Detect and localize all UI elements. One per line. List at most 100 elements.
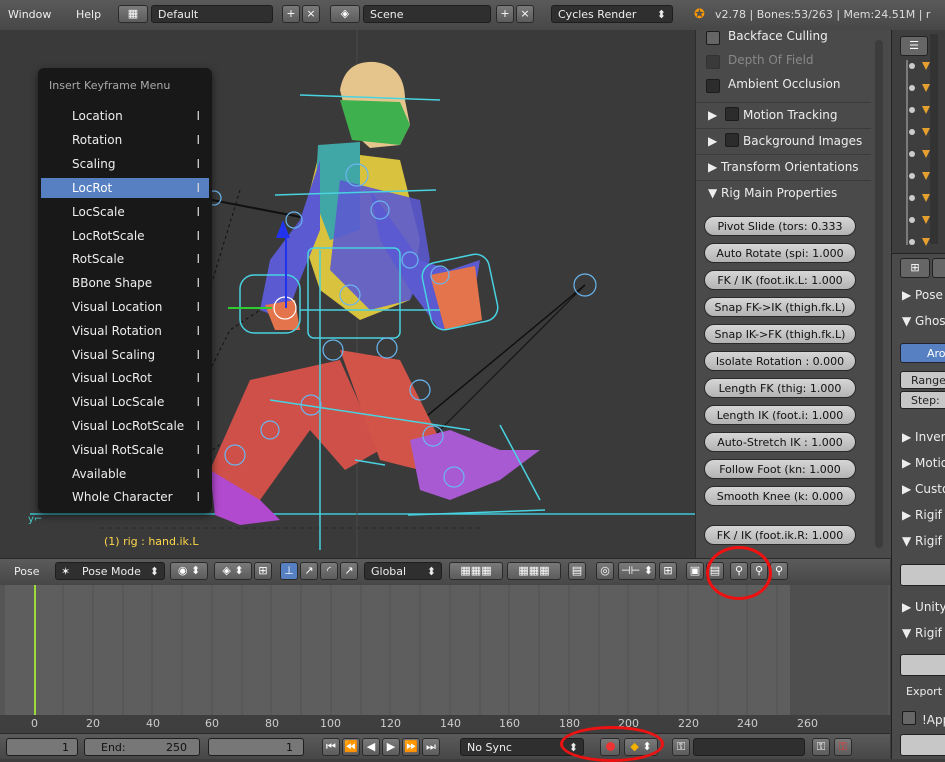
follow-foot-field[interactable]: Follow Foot (kn: 1.000 — [704, 459, 856, 479]
kf-item-scaling[interactable]: Scaling I — [41, 154, 209, 174]
ghost-step-field[interactable]: Step: — [900, 391, 945, 409]
kf-item-visual-rotation[interactable]: Visual Rotation I — [41, 321, 209, 341]
rigify-export-button[interactable] — [900, 654, 945, 676]
pivot-slide-field[interactable]: Pivot Slide (tors: 0.333 — [704, 216, 856, 236]
scrollbar[interactable] — [875, 40, 883, 548]
timeline-ruler[interactable]: 0 20 40 60 80 100 120 140 160 180 200 22… — [0, 715, 890, 733]
insert-keyframe-icon[interactable]: ⚿ — [812, 738, 830, 756]
layers-grid-2[interactable]: ▦▦▦ — [507, 562, 561, 580]
jump-prev-keyframe-icon[interactable]: ⏪ — [342, 738, 360, 756]
snap-icon[interactable]: ⊣⊢ ⬍ — [618, 562, 656, 580]
panel-custom[interactable]: ▶ Custo — [902, 482, 945, 496]
outliner-type-icon[interactable]: ☰ — [900, 36, 928, 56]
kf-item-rotation[interactable]: Rotation I — [41, 130, 209, 150]
transform-orientation-select[interactable]: Global ⬍ — [364, 562, 442, 580]
checkbox-icon[interactable] — [725, 133, 740, 147]
play-icon[interactable]: ▶ — [382, 738, 400, 756]
kf-item-bbone-shape[interactable]: BBone Shape I — [41, 273, 209, 293]
add-scene-button[interactable]: + — [496, 5, 514, 23]
kf-item-visual-locscale[interactable]: Visual LocScale I — [41, 392, 209, 412]
scene-field[interactable]: Scene — [363, 5, 491, 23]
kf-item-available[interactable]: Available I — [41, 464, 209, 484]
3d-viewport[interactable]: Insert Keyframe Menu Location I Rotation I… — [0, 30, 695, 558]
remove-layout-button[interactable]: × — [302, 5, 320, 23]
viewport-shading-icon[interactable]: ◉ ⬍ — [170, 562, 208, 580]
panel-rig-main-properties[interactable]: ▼ Rig Main Properties — [696, 180, 871, 204]
manipulator-icon[interactable]: ⊞ — [254, 562, 272, 580]
apply-button[interactable] — [900, 734, 945, 756]
panel-ghost[interactable]: ▼ Ghos — [902, 314, 945, 328]
checkbox-checked-icon[interactable] — [706, 31, 720, 45]
smooth-knee-field[interactable]: Smooth Knee (k: 0.000 — [704, 486, 856, 506]
kf-item-locscale[interactable]: LocScale I — [41, 202, 209, 222]
checkbox-icon[interactable] — [725, 107, 740, 121]
fk-ik-right-field[interactable]: FK / IK (foot.ik.R: 1.000 — [704, 525, 856, 545]
ghost-range-field[interactable]: Range — [900, 371, 945, 389]
menu-window[interactable]: Window — [8, 8, 51, 21]
kf-item-rotscale[interactable]: RotScale I — [41, 249, 209, 269]
paste-flipped-pose-icon[interactable]: ⚲ — [770, 562, 788, 580]
panel-rigify-3[interactable]: ▼ Rigif — [902, 626, 942, 640]
kf-item-locrotscale[interactable]: LocRotScale I — [41, 226, 209, 246]
kf-item-visual-location[interactable]: Visual Location I — [41, 297, 209, 317]
checkbox-icon[interactable] — [706, 55, 720, 69]
properties-tab-icon[interactable] — [932, 258, 945, 278]
pivot-point-icon[interactable]: ◈ ⬍ — [214, 562, 252, 580]
panel-pose[interactable]: ▶ Pose — [902, 288, 943, 302]
panel-motion[interactable]: ▶ Motio — [902, 456, 945, 470]
render-preview-icon[interactable]: ▣ — [686, 562, 704, 580]
panel-rigify-2[interactable]: ▼ Rigif — [902, 534, 942, 548]
snap-target-icon[interactable]: ⊞ — [659, 562, 677, 580]
kf-item-visual-locrotscale[interactable]: Visual LocRotScale I — [41, 416, 209, 436]
menu-help[interactable]: Help — [76, 8, 101, 21]
lock-layers-icon[interactable]: ▤ — [568, 562, 586, 580]
isolate-rotation-field[interactable]: Isolate Rotation : 0.000 — [704, 351, 856, 371]
snap-fk-ik-button[interactable]: Snap FK->IK (thigh.fk.L) — [704, 297, 856, 317]
delete-keyframe-icon[interactable]: ⚿ — [834, 738, 852, 756]
jump-next-keyframe-icon[interactable]: ⏩ — [402, 738, 420, 756]
kf-item-visual-rotscale[interactable]: Visual RotScale I — [41, 440, 209, 460]
auto-stretch-ik-field[interactable]: Auto-Stretch IK : 1.000 — [704, 432, 856, 452]
panel-rigify-1[interactable]: ▶ Rigif — [902, 508, 942, 522]
render-engine-select[interactable]: Cycles Render ⬍ — [551, 5, 673, 23]
move-icon[interactable]: ↗ — [300, 562, 318, 580]
auto-rotate-field[interactable]: Auto Rotate (spi: 1.000 — [704, 243, 856, 263]
checkbox-icon[interactable] — [706, 79, 720, 93]
play-reverse-icon[interactable]: ◀ — [362, 738, 380, 756]
end-frame-field[interactable]: End: 250 — [84, 738, 200, 756]
length-fk-field[interactable]: Length FK (thig: 1.000 — [704, 378, 856, 398]
kf-item-visual-locrot[interactable]: Visual LocRot I — [41, 368, 209, 388]
translate-icon[interactable]: ⊥ — [280, 562, 298, 580]
panel-transform-orientations[interactable]: ▶ Transform Orientations — [696, 154, 871, 178]
kf-item-whole-character[interactable]: Whole Character I — [41, 487, 209, 507]
jump-end-icon[interactable]: ⏭ — [422, 738, 440, 756]
layers-grid-1[interactable]: ▦▦▦ — [449, 562, 503, 580]
panel-unity[interactable]: ▶ Unity — [902, 600, 945, 614]
scene-icon[interactable]: ◈ — [330, 5, 360, 23]
keying-set-field[interactable] — [693, 738, 805, 756]
proportional-edit-icon[interactable]: ◎ — [596, 562, 614, 580]
screen-layout-icon[interactable]: ▦ — [118, 5, 148, 23]
checkbox-checked-icon[interactable] — [902, 711, 916, 725]
current-frame-field[interactable]: 1 — [208, 738, 304, 756]
remove-scene-button[interactable]: × — [516, 5, 534, 23]
panel-inverse[interactable]: ▶ Inver — [902, 430, 945, 444]
jump-start-icon[interactable]: ⏮ — [322, 738, 340, 756]
rigify-button[interactable] — [900, 564, 945, 586]
scale-icon[interactable]: ↗ — [340, 562, 358, 580]
timeline-grid[interactable] — [5, 585, 888, 715]
kf-item-location[interactable]: Location I — [41, 106, 209, 126]
snap-ik-fk-button[interactable]: Snap IK->FK (thigh.fk.L) — [704, 324, 856, 344]
rotate-icon[interactable]: ◜ — [320, 562, 338, 580]
keying-set-icon[interactable]: ⚿ — [672, 738, 690, 756]
panel-motion-tracking[interactable]: ▶ Motion Tracking — [696, 102, 871, 126]
layout-field[interactable]: Default — [151, 5, 273, 23]
properties-type-icon[interactable]: ⊞ — [900, 258, 930, 278]
ghost-around-button[interactable]: Aro — [900, 343, 945, 363]
length-ik-field[interactable]: Length IK (foot.i: 1.000 — [704, 405, 856, 425]
panel-background-images[interactable]: ▶ Background Images — [696, 128, 871, 152]
fk-ik-left-field[interactable]: FK / IK (foot.ik.L: 1.000 — [704, 270, 856, 290]
kf-item-locrot[interactable]: LocRot I — [41, 178, 209, 198]
mode-select[interactable]: Pose Mode ✶ ⬍ — [55, 562, 165, 580]
start-frame-field[interactable]: 1 — [6, 738, 78, 756]
